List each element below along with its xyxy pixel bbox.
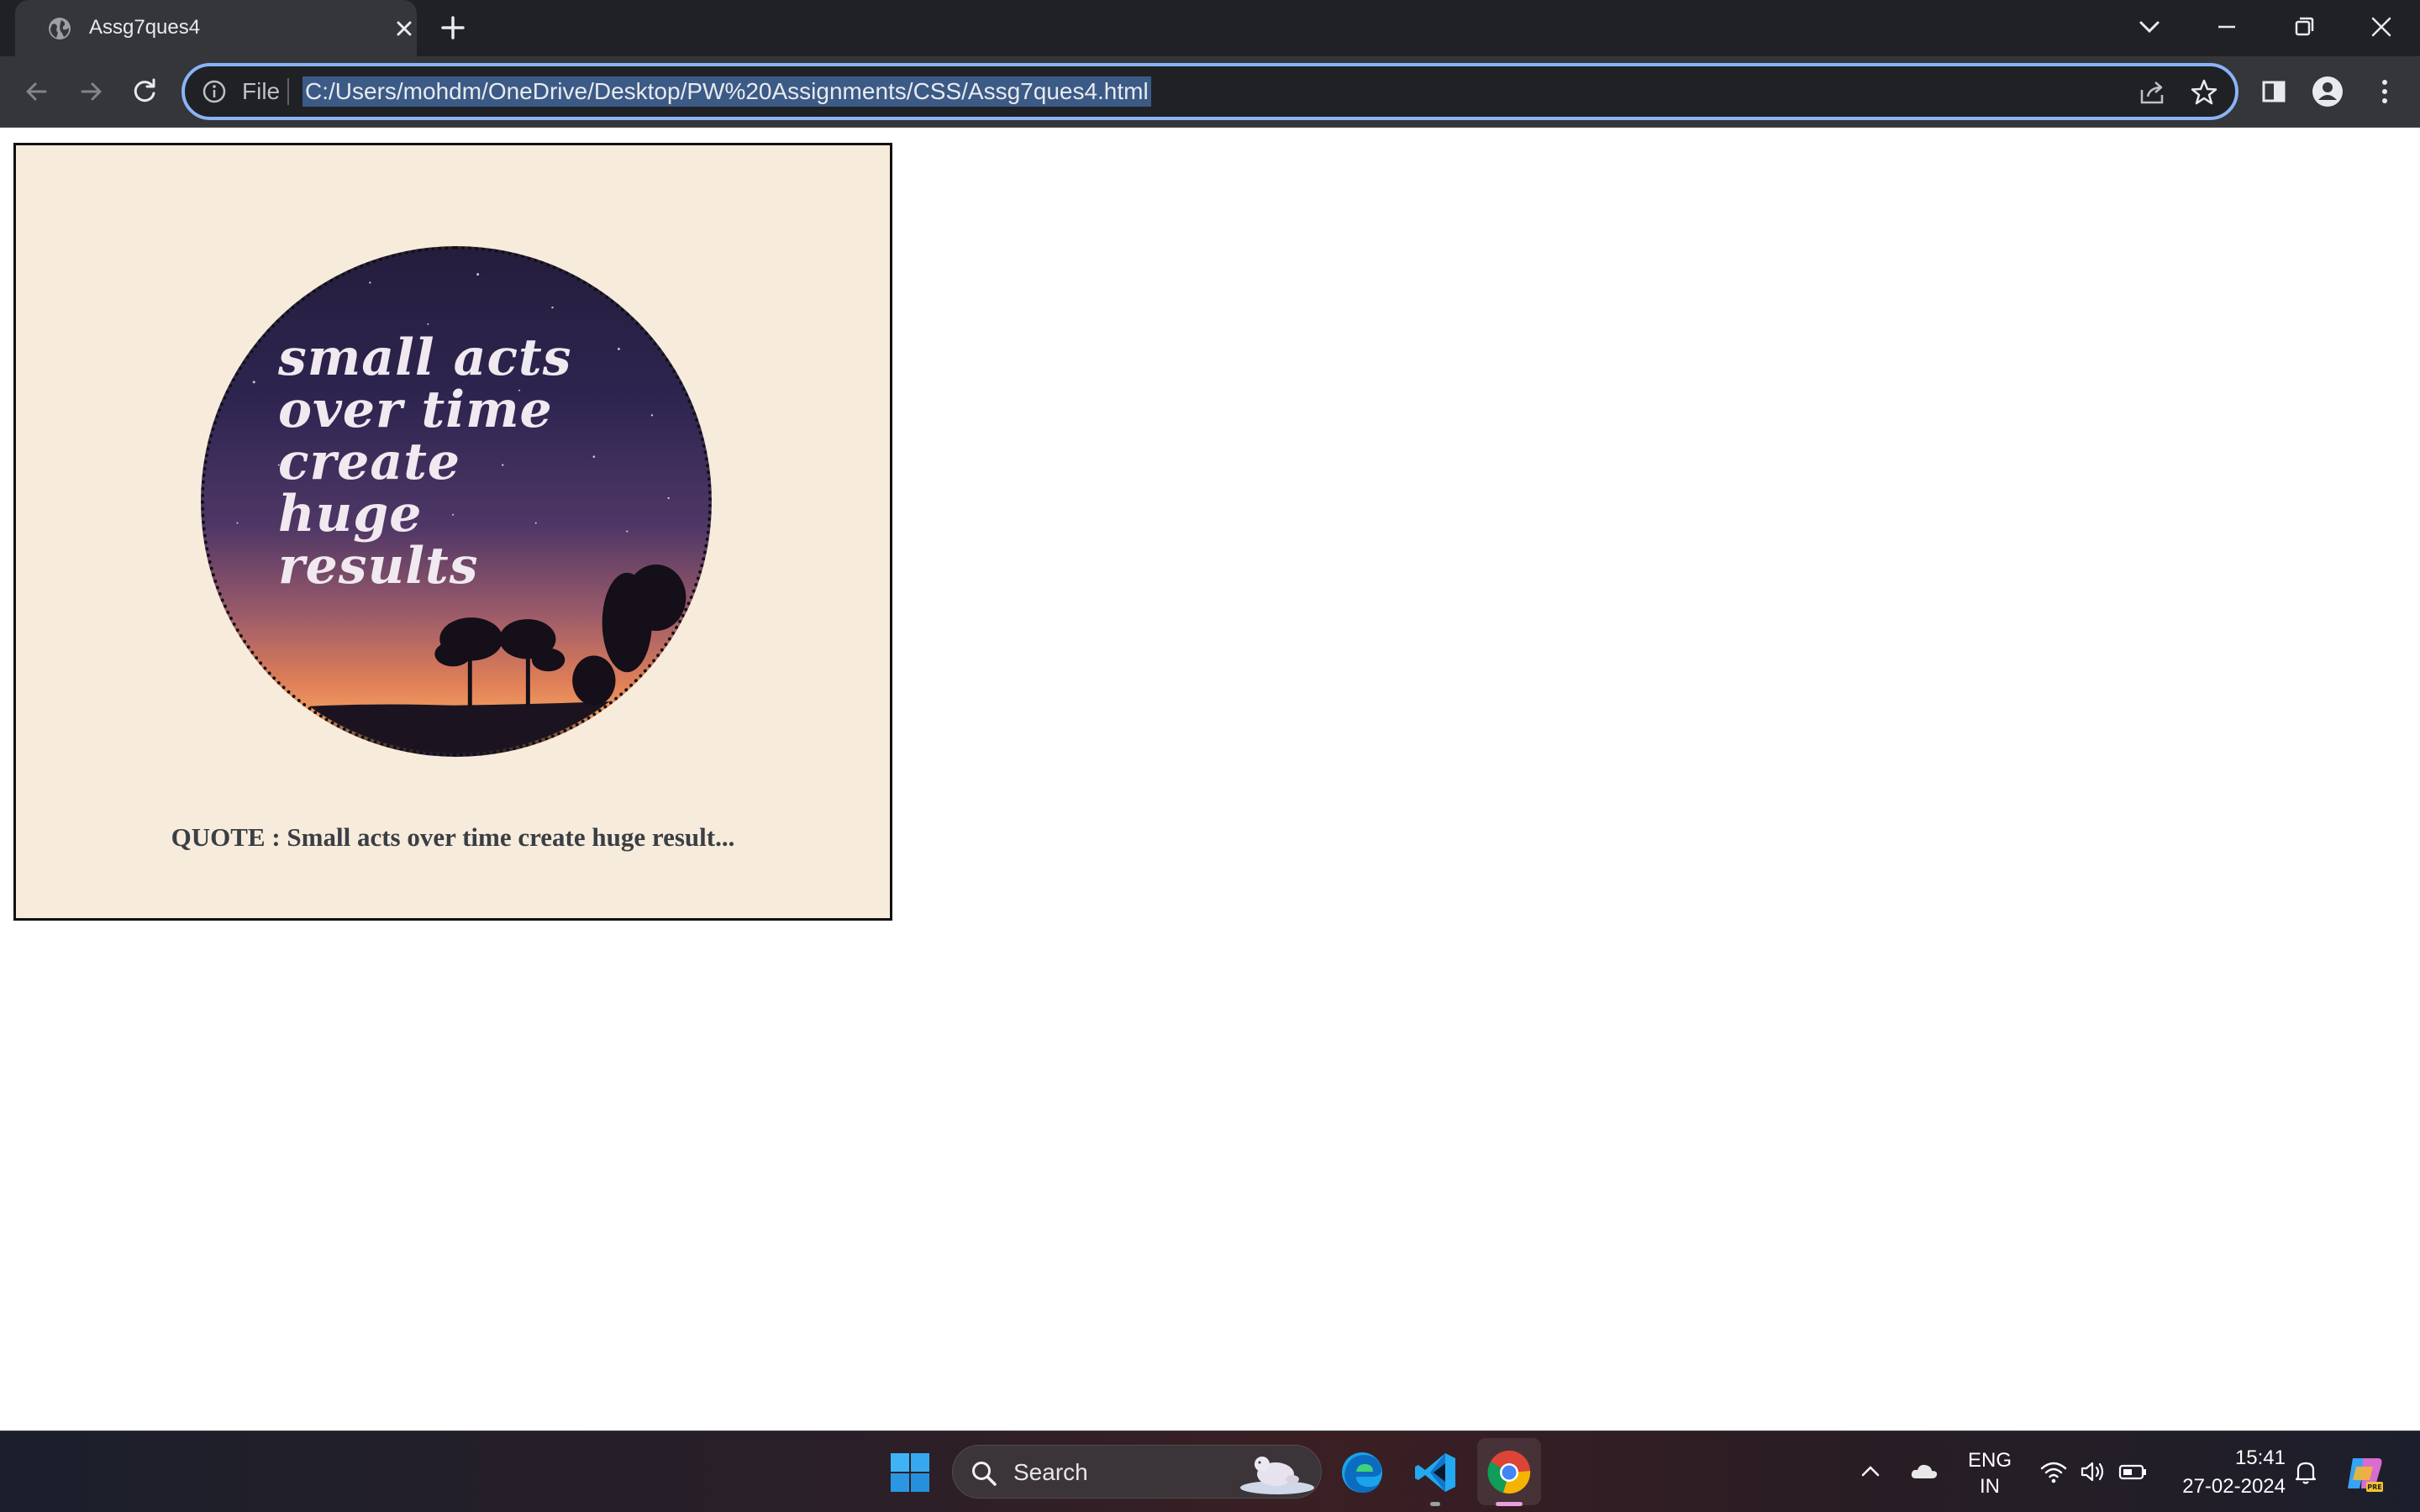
address-bar[interactable]: File C:/Users/mohdm/OneDrive/Desktop/PW%…	[182, 63, 2238, 120]
quote-caption: QUOTE : Small acts over time create huge…	[171, 822, 735, 852]
language-indicator[interactable]: ENG	[1960, 1448, 2020, 1473]
tab-title: Assg7ques4	[89, 16, 201, 39]
vscode-running-indicator	[1430, 1502, 1440, 1506]
profile-avatar-icon[interactable]	[2309, 73, 2346, 110]
copilot-icon[interactable]: PRE	[2344, 1453, 2385, 1494]
quote-image-text: small acts over time create huge results	[278, 332, 572, 592]
wifi-icon[interactable]	[2039, 1457, 2069, 1487]
edge-browser-icon[interactable]	[1338, 1448, 1386, 1497]
windows-start-icon[interactable]	[889, 1452, 931, 1494]
svg-text:PRE: PRE	[2367, 1483, 2382, 1491]
browser-tab[interactable]: Assg7ques4	[15, 0, 417, 56]
quote-line: results	[278, 537, 479, 596]
reload-icon[interactable]	[126, 73, 163, 110]
quote-line: create	[278, 433, 461, 491]
volume-icon[interactable]	[2077, 1457, 2107, 1487]
back-arrow-icon[interactable]	[18, 73, 55, 110]
close-tab-icon[interactable]	[392, 16, 417, 41]
bookmark-star-icon[interactable]	[2190, 78, 2218, 107]
tab-search-chevron-icon[interactable]	[2133, 10, 2166, 44]
taskbar-search-box[interactable]: Search	[952, 1445, 1322, 1499]
scheme-label: File	[242, 78, 281, 104]
chrome-browser-icon[interactable]	[1485, 1448, 1534, 1497]
info-icon[interactable]	[202, 79, 227, 104]
share-icon[interactable]	[2138, 78, 2166, 107]
restore-icon[interactable]	[2287, 10, 2321, 44]
url-text[interactable]: C:/Users/mohdm/OneDrive/Desktop/PW%20Ass…	[302, 76, 1151, 107]
quote-line: huge	[278, 485, 423, 543]
forward-arrow-icon[interactable]	[72, 73, 109, 110]
clock-date[interactable]: 27-02-2024	[2160, 1474, 2286, 1499]
quote-line: small acts	[278, 328, 572, 387]
vscode-icon[interactable]	[1412, 1448, 1460, 1497]
quote-image: small acts over time create huge results	[201, 246, 712, 757]
more-menu-icon[interactable]	[2366, 73, 2403, 110]
chrome-active-indicator	[1496, 1502, 1523, 1506]
search-icon	[972, 1462, 997, 1486]
battery-icon[interactable]	[2118, 1457, 2148, 1487]
windows-taskbar: Search ENG IN 15:41 27-02-2024 PRE	[0, 1431, 2420, 1512]
globe-icon	[49, 18, 71, 39]
quote-line: over time	[278, 381, 553, 439]
close-window-icon[interactable]	[2365, 10, 2398, 44]
new-tab-icon[interactable]	[437, 12, 469, 44]
search-highlight-illustration-icon	[1240, 1457, 1314, 1494]
tab-strip: Assg7ques4	[0, 0, 2420, 56]
search-placeholder: Search	[1013, 1459, 1088, 1485]
onedrive-cloud-icon[interactable]	[1909, 1457, 1939, 1487]
show-hidden-icons-chevron-icon[interactable]	[1855, 1457, 1886, 1487]
scheme-divider	[287, 78, 289, 105]
minimize-icon[interactable]	[2210, 10, 2244, 44]
region-indicator[interactable]: IN	[1960, 1474, 2020, 1499]
browser-toolbar: File C:/Users/mohdm/OneDrive/Desktop/PW%…	[0, 56, 2420, 128]
clock-time[interactable]: 15:41	[2160, 1446, 2286, 1471]
side-panel-icon[interactable]	[2255, 73, 2292, 110]
quote-card: small acts over time create huge results…	[13, 143, 892, 921]
notifications-bell-icon[interactable]	[2291, 1457, 2321, 1487]
